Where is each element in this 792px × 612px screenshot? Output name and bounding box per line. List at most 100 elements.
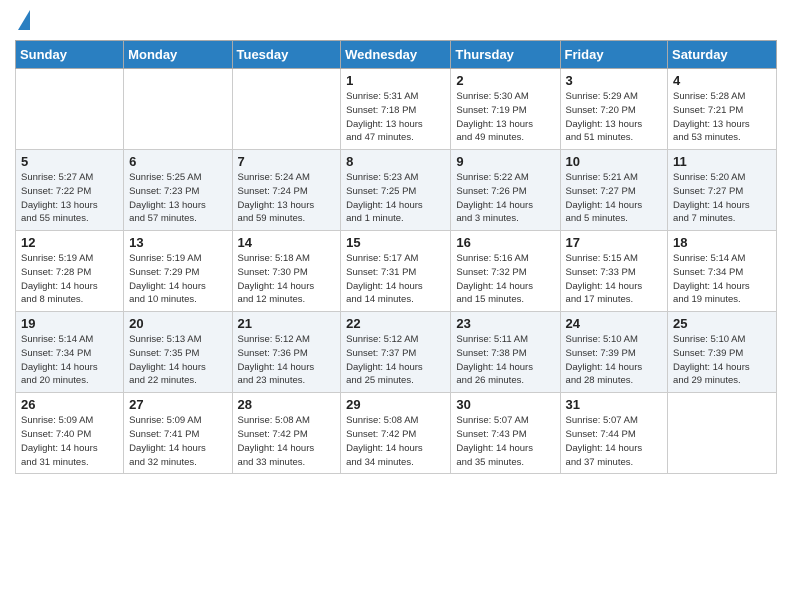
calendar-cell: 20 Sunrise: 5:13 AM Sunset: 7:35 PM Dayli… <box>124 312 232 393</box>
calendar-cell: 25 Sunrise: 5:10 AM Sunset: 7:39 PM Dayli… <box>668 312 777 393</box>
calendar-cell: 18 Sunrise: 5:14 AM Sunset: 7:34 PM Dayli… <box>668 231 777 312</box>
day-number: 30 <box>456 397 554 412</box>
calendar-week-row: 5Sunrise: 5:27 AM Sunset: 7:22 PM Daylig… <box>16 150 777 231</box>
calendar-dow-wednesday: Wednesday <box>341 41 451 69</box>
calendar-table: SundayMondayTuesdayWednesdayThursdayFrid… <box>15 40 777 474</box>
day-info: Sunrise: 5:07 AM Sunset: 7:43 PM Dayligh… <box>456 414 554 469</box>
day-number: 24 <box>566 316 663 331</box>
logo-triangle-icon <box>18 10 30 30</box>
calendar-cell: 22 Sunrise: 5:12 AM Sunset: 7:37 PM Dayli… <box>341 312 451 393</box>
calendar-cell: 5Sunrise: 5:27 AM Sunset: 7:22 PM Daylig… <box>16 150 124 231</box>
day-number: 27 <box>129 397 226 412</box>
day-number: 18 <box>673 235 771 250</box>
calendar-cell: 7 Sunrise: 5:24 AM Sunset: 7:24 PM Daylig… <box>232 150 341 231</box>
day-info: Sunrise: 5:19 AM Sunset: 7:29 PM Dayligh… <box>129 252 226 307</box>
day-info: Sunrise: 5:08 AM Sunset: 7:42 PM Dayligh… <box>238 414 336 469</box>
day-info: Sunrise: 5:15 AM Sunset: 7:33 PM Dayligh… <box>566 252 663 307</box>
day-info: Sunrise: 5:08 AM Sunset: 7:42 PM Dayligh… <box>346 414 445 469</box>
calendar-cell: 4 Sunrise: 5:28 AM Sunset: 7:21 PM Daylig… <box>668 69 777 150</box>
page: SundayMondayTuesdayWednesdayThursdayFrid… <box>0 0 792 484</box>
calendar-header-row: SundayMondayTuesdayWednesdayThursdayFrid… <box>16 41 777 69</box>
day-number: 29 <box>346 397 445 412</box>
day-number: 21 <box>238 316 336 331</box>
calendar-cell <box>16 69 124 150</box>
day-number: 4 <box>673 73 771 88</box>
calendar-week-row: 19 Sunrise: 5:14 AM Sunset: 7:34 PM Dayli… <box>16 312 777 393</box>
day-number: 3 <box>566 73 663 88</box>
calendar-cell: 17Sunrise: 5:15 AM Sunset: 7:33 PM Dayli… <box>560 231 668 312</box>
calendar-cell: 27 Sunrise: 5:09 AM Sunset: 7:41 PM Dayli… <box>124 393 232 474</box>
day-info: Sunrise: 5:11 AM Sunset: 7:38 PM Dayligh… <box>456 333 554 388</box>
calendar-dow-saturday: Saturday <box>668 41 777 69</box>
day-info: Sunrise: 5:20 AM Sunset: 7:27 PM Dayligh… <box>673 171 771 226</box>
day-number: 19 <box>21 316 118 331</box>
header <box>15 10 777 32</box>
day-info: Sunrise: 5:28 AM Sunset: 7:21 PM Dayligh… <box>673 90 771 145</box>
day-info: Sunrise: 5:16 AM Sunset: 7:32 PM Dayligh… <box>456 252 554 307</box>
calendar-dow-tuesday: Tuesday <box>232 41 341 69</box>
calendar-dow-monday: Monday <box>124 41 232 69</box>
calendar-cell: 26Sunrise: 5:09 AM Sunset: 7:40 PM Dayli… <box>16 393 124 474</box>
calendar-cell: 2Sunrise: 5:30 AM Sunset: 7:19 PM Daylig… <box>451 69 560 150</box>
calendar-cell: 16Sunrise: 5:16 AM Sunset: 7:32 PM Dayli… <box>451 231 560 312</box>
calendar-cell: 1 Sunrise: 5:31 AM Sunset: 7:18 PM Daylig… <box>341 69 451 150</box>
calendar-cell: 12 Sunrise: 5:19 AM Sunset: 7:28 PM Dayli… <box>16 231 124 312</box>
day-number: 13 <box>129 235 226 250</box>
calendar-cell <box>668 393 777 474</box>
day-info: Sunrise: 5:19 AM Sunset: 7:28 PM Dayligh… <box>21 252 118 307</box>
calendar-cell: 21Sunrise: 5:12 AM Sunset: 7:36 PM Dayli… <box>232 312 341 393</box>
day-number: 14 <box>238 235 336 250</box>
day-number: 20 <box>129 316 226 331</box>
day-number: 5 <box>21 154 118 169</box>
day-info: Sunrise: 5:24 AM Sunset: 7:24 PM Dayligh… <box>238 171 336 226</box>
calendar-cell: 28 Sunrise: 5:08 AM Sunset: 7:42 PM Dayli… <box>232 393 341 474</box>
day-info: Sunrise: 5:10 AM Sunset: 7:39 PM Dayligh… <box>566 333 663 388</box>
day-number: 6 <box>129 154 226 169</box>
day-number: 31 <box>566 397 663 412</box>
day-info: Sunrise: 5:21 AM Sunset: 7:27 PM Dayligh… <box>566 171 663 226</box>
day-number: 10 <box>566 154 663 169</box>
day-info: Sunrise: 5:17 AM Sunset: 7:31 PM Dayligh… <box>346 252 445 307</box>
day-info: Sunrise: 5:10 AM Sunset: 7:39 PM Dayligh… <box>673 333 771 388</box>
calendar-cell: 23 Sunrise: 5:11 AM Sunset: 7:38 PM Dayli… <box>451 312 560 393</box>
day-info: Sunrise: 5:09 AM Sunset: 7:41 PM Dayligh… <box>129 414 226 469</box>
calendar-dow-friday: Friday <box>560 41 668 69</box>
day-info: Sunrise: 5:25 AM Sunset: 7:23 PM Dayligh… <box>129 171 226 226</box>
day-info: Sunrise: 5:07 AM Sunset: 7:44 PM Dayligh… <box>566 414 663 469</box>
day-info: Sunrise: 5:13 AM Sunset: 7:35 PM Dayligh… <box>129 333 226 388</box>
calendar-cell: 9 Sunrise: 5:22 AM Sunset: 7:26 PM Daylig… <box>451 150 560 231</box>
calendar-cell <box>124 69 232 150</box>
day-number: 22 <box>346 316 445 331</box>
day-info: Sunrise: 5:14 AM Sunset: 7:34 PM Dayligh… <box>21 333 118 388</box>
calendar-cell: 11Sunrise: 5:20 AM Sunset: 7:27 PM Dayli… <box>668 150 777 231</box>
calendar-cell <box>232 69 341 150</box>
calendar-week-row: 12 Sunrise: 5:19 AM Sunset: 7:28 PM Dayli… <box>16 231 777 312</box>
calendar-cell: 29 Sunrise: 5:08 AM Sunset: 7:42 PM Dayli… <box>341 393 451 474</box>
day-number: 12 <box>21 235 118 250</box>
day-info: Sunrise: 5:12 AM Sunset: 7:37 PM Dayligh… <box>346 333 445 388</box>
calendar-cell: 10 Sunrise: 5:21 AM Sunset: 7:27 PM Dayli… <box>560 150 668 231</box>
day-info: Sunrise: 5:23 AM Sunset: 7:25 PM Dayligh… <box>346 171 445 226</box>
calendar-cell: 15 Sunrise: 5:17 AM Sunset: 7:31 PM Dayli… <box>341 231 451 312</box>
day-number: 1 <box>346 73 445 88</box>
day-number: 15 <box>346 235 445 250</box>
calendar-cell: 14Sunrise: 5:18 AM Sunset: 7:30 PM Dayli… <box>232 231 341 312</box>
calendar-cell: 3 Sunrise: 5:29 AM Sunset: 7:20 PM Daylig… <box>560 69 668 150</box>
day-number: 8 <box>346 154 445 169</box>
day-number: 28 <box>238 397 336 412</box>
day-number: 23 <box>456 316 554 331</box>
day-number: 26 <box>21 397 118 412</box>
day-number: 7 <box>238 154 336 169</box>
day-info: Sunrise: 5:31 AM Sunset: 7:18 PM Dayligh… <box>346 90 445 145</box>
calendar-week-row: 26Sunrise: 5:09 AM Sunset: 7:40 PM Dayli… <box>16 393 777 474</box>
day-info: Sunrise: 5:29 AM Sunset: 7:20 PM Dayligh… <box>566 90 663 145</box>
day-info: Sunrise: 5:14 AM Sunset: 7:34 PM Dayligh… <box>673 252 771 307</box>
calendar-cell: 24 Sunrise: 5:10 AM Sunset: 7:39 PM Dayli… <box>560 312 668 393</box>
day-info: Sunrise: 5:22 AM Sunset: 7:26 PM Dayligh… <box>456 171 554 226</box>
calendar-dow-thursday: Thursday <box>451 41 560 69</box>
calendar-cell: 30 Sunrise: 5:07 AM Sunset: 7:43 PM Dayli… <box>451 393 560 474</box>
logo <box>15 10 30 32</box>
calendar-cell: 6 Sunrise: 5:25 AM Sunset: 7:23 PM Daylig… <box>124 150 232 231</box>
day-number: 25 <box>673 316 771 331</box>
day-number: 9 <box>456 154 554 169</box>
